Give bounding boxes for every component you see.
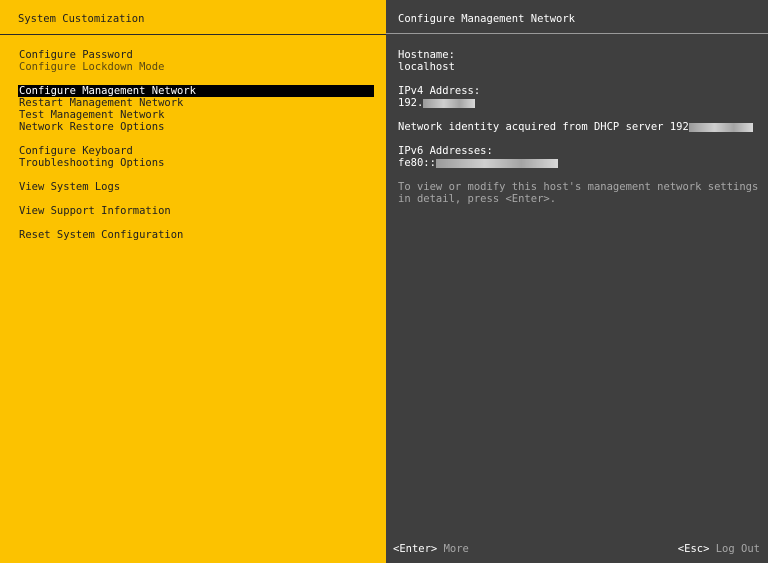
menu-item-troubleshooting-options[interactable]: Troubleshooting Options bbox=[18, 157, 374, 169]
right-panel-title: Configure Management Network bbox=[398, 13, 576, 25]
menu-item-view-system-logs[interactable]: View System Logs bbox=[18, 181, 374, 193]
redacted-ipv4 bbox=[423, 98, 476, 108]
dhcp-text: Network identity acquired from DHCP serv… bbox=[398, 121, 689, 133]
hostname-value: localhost bbox=[398, 61, 455, 73]
menu-item-network-restore-options[interactable]: Network Restore Options bbox=[18, 121, 374, 133]
menu-item-view-support-information[interactable]: View Support Information bbox=[18, 205, 374, 217]
redacted-dhcp-server bbox=[688, 122, 753, 132]
ipv6-row: fe80:: bbox=[398, 157, 764, 169]
footer-keys: <Enter> More <Esc> Log Out bbox=[386, 543, 768, 557]
ipv4-label: IPv4 Address: bbox=[398, 85, 481, 97]
management-network-detail-panel: Configure Management Network Hostname: l… bbox=[386, 0, 768, 563]
ipv4-row: 192. bbox=[398, 97, 764, 109]
hostname-label: Hostname: bbox=[398, 49, 455, 61]
redacted-ipv6 bbox=[435, 158, 558, 168]
menu-item-test-management-network[interactable]: Test Management Network bbox=[18, 109, 374, 121]
ipv6-value: fe80:: bbox=[398, 157, 436, 169]
menu-item-configure-password[interactable]: Configure Password bbox=[18, 49, 374, 61]
ipv4-value: 192. bbox=[398, 97, 424, 109]
enter-action-label: More bbox=[443, 543, 469, 555]
left-panel-title: System Customization bbox=[18, 13, 145, 25]
menu-item-configure-lockdown-mode[interactable]: Configure Lockdown Mode bbox=[18, 61, 374, 73]
menu-item-reset-system-configuration[interactable]: Reset System Configuration bbox=[18, 229, 374, 241]
more-key-hint[interactable]: <Enter> More bbox=[393, 543, 469, 555]
customization-menu: Configure Password Configure Lockdown Mo… bbox=[18, 49, 374, 241]
ipv6-label: IPv6 Addresses: bbox=[398, 145, 493, 157]
esc-key-label: <Esc> bbox=[677, 543, 710, 555]
system-customization-panel: System Customization Configure Password … bbox=[0, 0, 386, 563]
right-header: Configure Management Network bbox=[386, 0, 768, 34]
left-header: System Customization bbox=[0, 0, 386, 35]
esxi-dcui-screen: System Customization Configure Password … bbox=[0, 0, 768, 563]
enter-key-label: <Enter> bbox=[393, 543, 438, 555]
dhcp-row: Network identity acquired from DHCP serv… bbox=[398, 121, 764, 133]
menu-item-restart-management-network[interactable]: Restart Management Network bbox=[18, 97, 374, 109]
menu-item-configure-keyboard[interactable]: Configure Keyboard bbox=[18, 145, 374, 157]
esc-action-label: Log Out bbox=[715, 543, 760, 555]
menu-item-configure-management-network[interactable]: Configure Management Network bbox=[18, 85, 374, 97]
logout-key-hint[interactable]: <Esc> Log Out bbox=[678, 543, 760, 555]
network-details: Hostname: localhost IPv4 Address: 192. N… bbox=[398, 49, 764, 205]
help-text: To view or modify this host's management… bbox=[398, 181, 759, 205]
